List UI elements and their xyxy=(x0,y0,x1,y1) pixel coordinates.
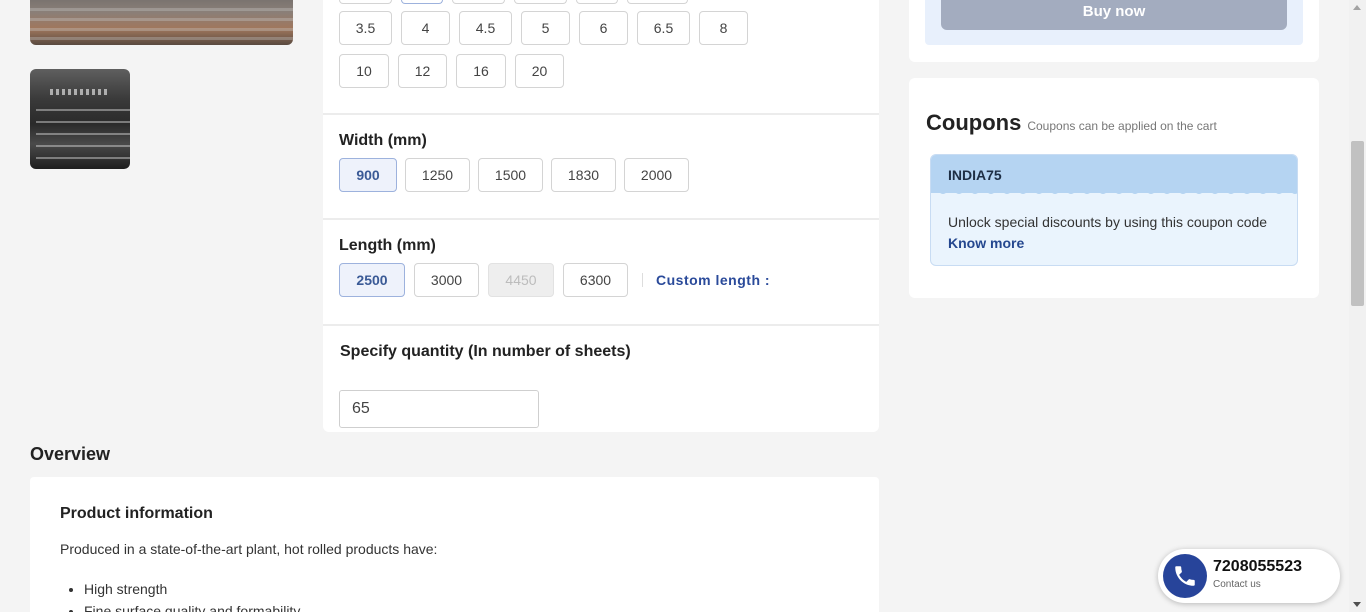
width-options: 900 1250 1500 1830 2000 xyxy=(339,158,689,192)
length-option[interactable]: 3000 xyxy=(414,263,479,297)
length-section: Length (mm) 2500 3000 4450 6300 Custom l… xyxy=(323,220,879,326)
thickness-option[interactable]: 6 xyxy=(579,11,628,45)
length-title: Length (mm) xyxy=(339,237,436,254)
buy-inner: Buy now xyxy=(925,0,1303,45)
thickness-option[interactable]: 16 xyxy=(456,54,506,88)
product-info-intro: Produced in a state-of-the-art plant, ho… xyxy=(60,541,438,557)
buy-now-button[interactable]: Buy now xyxy=(941,0,1287,30)
contact-label: Contact us xyxy=(1213,579,1261,590)
thickness-option[interactable]: 10 xyxy=(339,54,389,88)
custom-length-divider xyxy=(642,273,643,287)
thickness-option-hidden[interactable] xyxy=(576,0,618,4)
product-image-thumbnail[interactable] xyxy=(30,69,130,169)
scroll-down-icon[interactable] xyxy=(1353,602,1361,607)
thickness-option-hidden[interactable] xyxy=(514,0,567,4)
width-title: Width (mm) xyxy=(339,132,427,149)
coupon-card: INDIA75 Unlock special discounts by usin… xyxy=(930,154,1298,266)
width-option[interactable]: 2000 xyxy=(624,158,689,192)
know-more-link[interactable]: Know more xyxy=(948,235,1024,251)
thickness-option[interactable]: 6.5 xyxy=(637,11,690,45)
width-option-selected[interactable]: 900 xyxy=(339,158,397,192)
thickness-option[interactable]: 12 xyxy=(398,54,447,88)
thickness-row-2: 10 12 16 20 xyxy=(339,54,564,88)
product-info-list: High strength Fine surface quality and f… xyxy=(84,581,300,612)
contact-number[interactable]: 7208055523 xyxy=(1213,558,1302,576)
page-scrollbar[interactable] xyxy=(1349,0,1366,612)
quantity-title: Specify quantity (In number of sheets) xyxy=(340,343,631,360)
length-option[interactable]: 6300 xyxy=(563,263,628,297)
quantity-section: Specify quantity (In number of sheets) xyxy=(323,326,879,432)
width-option[interactable]: 1250 xyxy=(405,158,470,192)
thickness-option[interactable]: 5 xyxy=(521,11,570,45)
thickness-option[interactable]: 4 xyxy=(401,11,450,45)
product-image-main[interactable] xyxy=(30,0,293,45)
width-option[interactable]: 1830 xyxy=(551,158,616,192)
thickness-row-1: 3.5 4 4.5 5 6 6.5 8 xyxy=(339,11,748,45)
scroll-thumb[interactable] xyxy=(1351,141,1364,306)
thickness-option[interactable]: 20 xyxy=(515,54,564,88)
buy-panel: Buy now xyxy=(909,0,1319,62)
thickness-option-hidden[interactable] xyxy=(627,0,688,4)
overview-title: Overview xyxy=(30,444,111,464)
coupon-description: Unlock special discounts by using this c… xyxy=(948,214,1268,230)
coupon-code: INDIA75 xyxy=(948,167,1002,183)
coupons-header: Coupons Coupons can be applied on the ca… xyxy=(926,110,1217,136)
length-option-selected[interactable]: 2500 xyxy=(339,263,405,297)
overview-card: Product information Produced in a state-… xyxy=(30,477,879,612)
thickness-section: 3.5 4 4.5 5 6 6.5 8 10 12 16 20 xyxy=(323,0,879,115)
list-item: High strength xyxy=(84,581,300,597)
thickness-option[interactable]: 8 xyxy=(699,11,748,45)
coupon-wave-edge xyxy=(931,188,1297,194)
product-info-heading: Product information xyxy=(60,505,213,522)
thickness-option-hidden[interactable] xyxy=(452,0,505,4)
custom-length-link[interactable]: Custom length : xyxy=(656,272,770,288)
thickness-row-partial xyxy=(339,0,688,4)
coupons-panel: Coupons Coupons can be applied on the ca… xyxy=(909,78,1319,298)
contact-widget[interactable]: 7208055523 Contact us xyxy=(1158,549,1340,603)
length-option-disabled: 4450 xyxy=(488,263,554,297)
width-section: Width (mm) 900 1250 1500 1830 2000 xyxy=(323,115,879,220)
thickness-option[interactable]: 3.5 xyxy=(339,11,392,45)
coupons-subtitle: Coupons can be applied on the cart xyxy=(1027,119,1217,133)
width-option[interactable]: 1500 xyxy=(478,158,543,192)
coupons-title: Coupons xyxy=(926,110,1022,135)
length-options: 2500 3000 4450 6300 Custom length : xyxy=(339,263,770,297)
list-item: Fine surface quality and formability xyxy=(84,603,300,612)
phone-icon[interactable] xyxy=(1163,554,1207,598)
thickness-option-hidden[interactable] xyxy=(339,0,392,4)
quantity-input[interactable] xyxy=(339,390,539,428)
scroll-up-icon[interactable] xyxy=(1353,5,1361,10)
product-config-panel: 3.5 4 4.5 5 6 6.5 8 10 12 16 20 Width (m… xyxy=(323,0,879,432)
thickness-option[interactable]: 4.5 xyxy=(459,11,512,45)
thickness-option-hidden-selected[interactable] xyxy=(401,0,443,4)
